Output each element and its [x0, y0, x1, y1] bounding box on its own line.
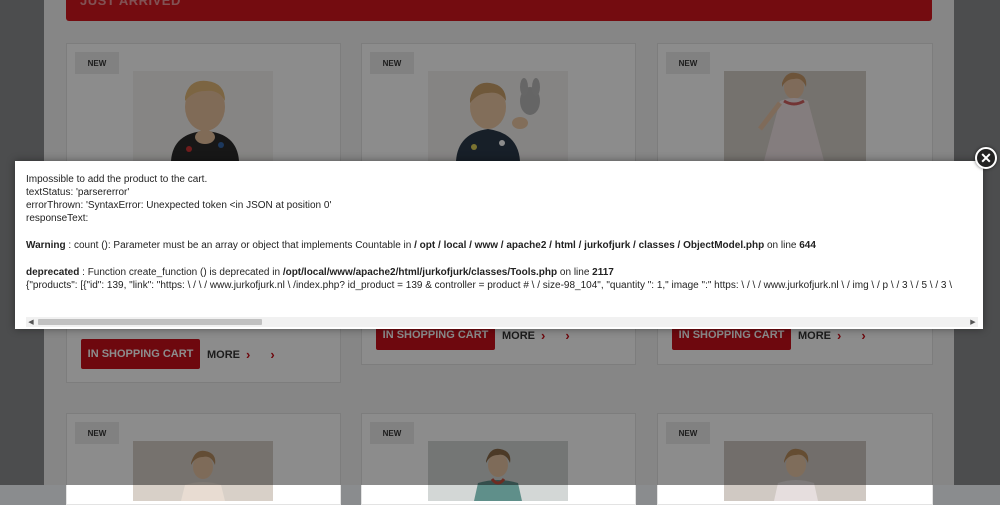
warning-path: / opt / local / www / apache2 / html / j… [414, 240, 765, 251]
warning-line: Warning : count (): Parameter must be an… [26, 239, 976, 252]
warning-label: Warning [26, 240, 66, 251]
error-message: Impossible to add the product to the car… [26, 173, 976, 318]
error-line: Impossible to add the product to the car… [26, 174, 208, 185]
scroll-left-icon[interactable]: ◀ [26, 317, 36, 327]
deprecated-line-number: 2117 [592, 267, 614, 278]
error-modal: Impossible to add the product to the car… [15, 161, 983, 329]
deprecated-on-line: on line [557, 267, 593, 278]
error-line: textStatus: 'parsererror' [26, 187, 130, 198]
deprecated-text: : Function create_function () is depreca… [79, 267, 283, 278]
deprecated-path: /opt/local/www/apache2/html/jurkofjurk/c… [282, 267, 558, 278]
json-response-line: {"products": [{"id": 139, "link": "https… [26, 280, 953, 291]
deprecated-line: deprecated : Function create_function ()… [26, 266, 976, 279]
error-line: errorThrown: 'SyntaxError: Unexpected to… [26, 200, 332, 211]
scrollbar-thumb[interactable] [38, 319, 262, 325]
warning-text: : count (): Parameter must be an array o… [65, 240, 415, 251]
deprecated-label: deprecated [26, 267, 80, 278]
warning-line-number: 644 [799, 240, 816, 251]
scroll-right-icon[interactable]: ▶ [968, 317, 978, 327]
error-line: responseText: [26, 213, 89, 224]
horizontal-scrollbar[interactable]: ◀ ▶ [26, 317, 978, 327]
close-icon[interactable]: ✕ [975, 147, 997, 169]
warning-on-line: on line [764, 240, 800, 251]
